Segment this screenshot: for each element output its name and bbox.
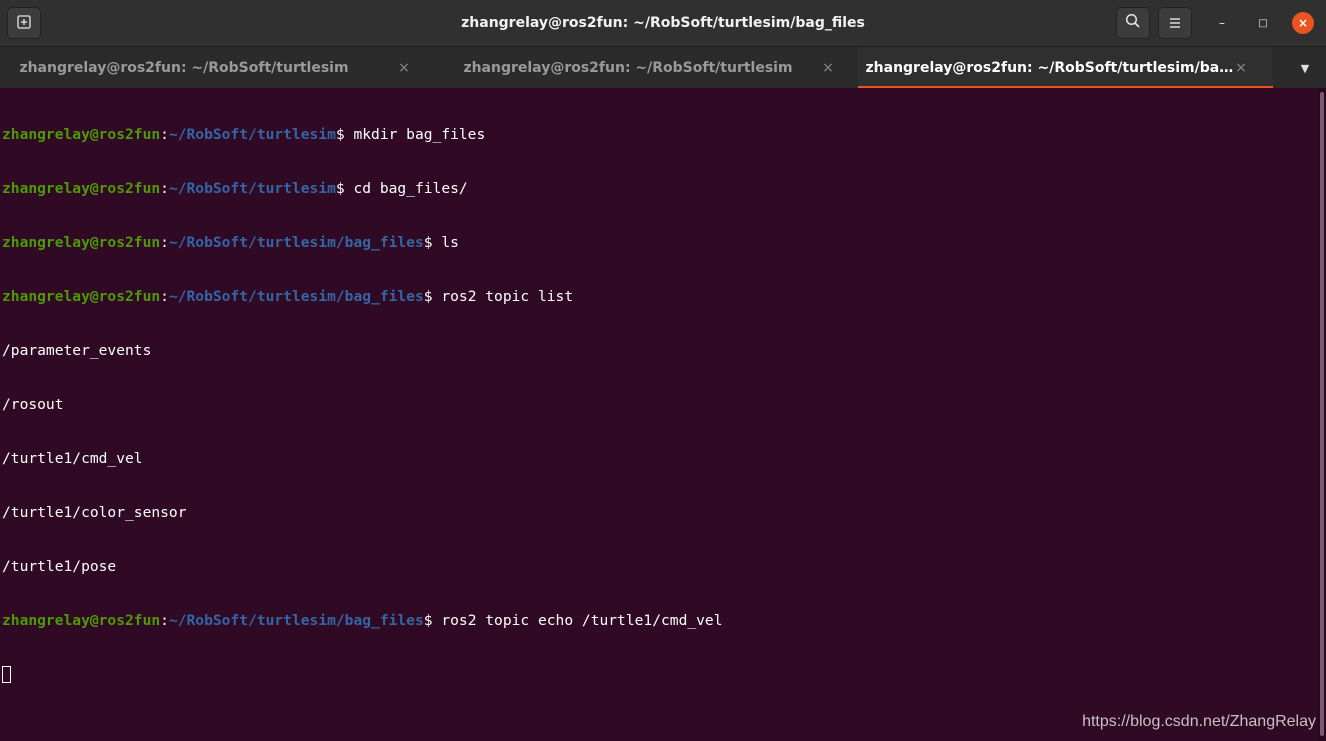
hamburger-menu-icon bbox=[1168, 14, 1182, 33]
prompt-colon: : bbox=[160, 234, 169, 251]
maximize-icon: □ bbox=[1258, 17, 1268, 29]
header-bar: zhangrelay@ros2fun: ~/RobSoft/turtlesim/… bbox=[0, 0, 1326, 46]
tab-close-icon[interactable]: × bbox=[1233, 60, 1249, 76]
close-window-button[interactable]: × bbox=[1292, 12, 1314, 34]
minimize-icon: – bbox=[1219, 16, 1225, 30]
search-icon bbox=[1125, 13, 1141, 33]
tab-label: zhangrelay@ros2fun: ~/RobSoft/turtlesim bbox=[19, 60, 349, 76]
tab-2[interactable]: zhangrelay@ros2fun: ~/RobSoft/turtlesim … bbox=[428, 47, 858, 89]
prompt-colon: : bbox=[160, 180, 169, 197]
tab-list-dropdown[interactable]: ▼ bbox=[1296, 59, 1314, 77]
text-cursor bbox=[2, 666, 11, 683]
terminal-line: zhangrelay@ros2fun:~/RobSoft/turtlesim/b… bbox=[2, 288, 1317, 306]
maximize-button[interactable]: □ bbox=[1251, 11, 1275, 35]
watermark: https://blog.csdn.net/ZhangRelay bbox=[1082, 713, 1316, 730]
prompt-path: ~/RobSoft/turtlesim bbox=[168, 180, 336, 197]
terminal-line: zhangrelay@ros2fun:~/RobSoft/turtlesim/b… bbox=[2, 612, 1317, 630]
prompt-colon: : bbox=[160, 612, 169, 629]
prompt-path: ~/RobSoft/turtlesim bbox=[168, 126, 336, 143]
tab-3-active[interactable]: zhangrelay@ros2fun: ~/RobSoft/turtlesim/… bbox=[858, 47, 1273, 89]
prompt-user: zhangrelay@ros2fun bbox=[2, 234, 161, 251]
prompt-path: ~/RobSoft/turtlesim/bag_files bbox=[168, 288, 424, 305]
command-text: $ ros2 topic echo /turtle1/cmd_vel bbox=[423, 612, 723, 629]
prompt-colon: : bbox=[160, 288, 169, 305]
chevron-down-icon: ▼ bbox=[1300, 61, 1310, 75]
output-line: /turtle1/pose bbox=[2, 558, 117, 575]
terminal-line: zhangrelay@ros2fun:~/RobSoft/turtlesim$ … bbox=[2, 126, 1317, 144]
output-line: /parameter_events bbox=[2, 342, 152, 359]
prompt-user: zhangrelay@ros2fun bbox=[2, 288, 161, 305]
new-tab-button[interactable] bbox=[7, 7, 41, 39]
prompt-user: zhangrelay@ros2fun bbox=[2, 180, 161, 197]
prompt-colon: : bbox=[160, 126, 169, 143]
menu-button[interactable] bbox=[1158, 7, 1192, 39]
output-line: /turtle1/cmd_vel bbox=[2, 450, 143, 467]
command-text: $ ls bbox=[423, 234, 459, 251]
command-text: $ cd bag_files/ bbox=[335, 180, 468, 197]
prompt-user: zhangrelay@ros2fun bbox=[2, 612, 161, 629]
tab-close-icon[interactable]: × bbox=[396, 60, 412, 76]
scrollbar[interactable] bbox=[1317, 88, 1326, 741]
prompt-user: zhangrelay@ros2fun bbox=[2, 126, 161, 143]
prompt-path: ~/RobSoft/turtlesim/bag_files bbox=[168, 234, 424, 251]
terminal-output[interactable]: zhangrelay@ros2fun:~/RobSoft/turtlesim$ … bbox=[0, 88, 1317, 741]
search-button[interactable] bbox=[1116, 7, 1150, 39]
tab-1[interactable]: zhangrelay@ros2fun: ~/RobSoft/turtlesim … bbox=[0, 47, 428, 89]
command-text: $ ros2 topic list bbox=[423, 288, 574, 305]
prompt-path: ~/RobSoft/turtlesim/bag_files bbox=[168, 612, 424, 629]
minimize-button[interactable]: – bbox=[1210, 11, 1234, 35]
terminal-line: zhangrelay@ros2fun:~/RobSoft/turtlesim$ … bbox=[2, 180, 1317, 198]
scrollbar-thumb[interactable] bbox=[1320, 92, 1324, 736]
new-tab-icon bbox=[17, 14, 31, 33]
tab-label: zhangrelay@ros2fun: ~/RobSoft/turtlesim/… bbox=[865, 60, 1236, 76]
close-icon: × bbox=[1297, 16, 1309, 30]
tab-label: zhangrelay@ros2fun: ~/RobSoft/turtlesim bbox=[463, 60, 793, 76]
tab-bar: zhangrelay@ros2fun: ~/RobSoft/turtlesim … bbox=[0, 46, 1326, 89]
command-text: $ mkdir bag_files bbox=[335, 126, 486, 143]
output-line: /rosout bbox=[2, 396, 64, 413]
output-line: /turtle1/color_sensor bbox=[2, 504, 187, 521]
tab-close-icon[interactable]: × bbox=[820, 60, 836, 76]
terminal-line: zhangrelay@ros2fun:~/RobSoft/turtlesim/b… bbox=[2, 234, 1317, 252]
cursor-line bbox=[2, 666, 1317, 684]
